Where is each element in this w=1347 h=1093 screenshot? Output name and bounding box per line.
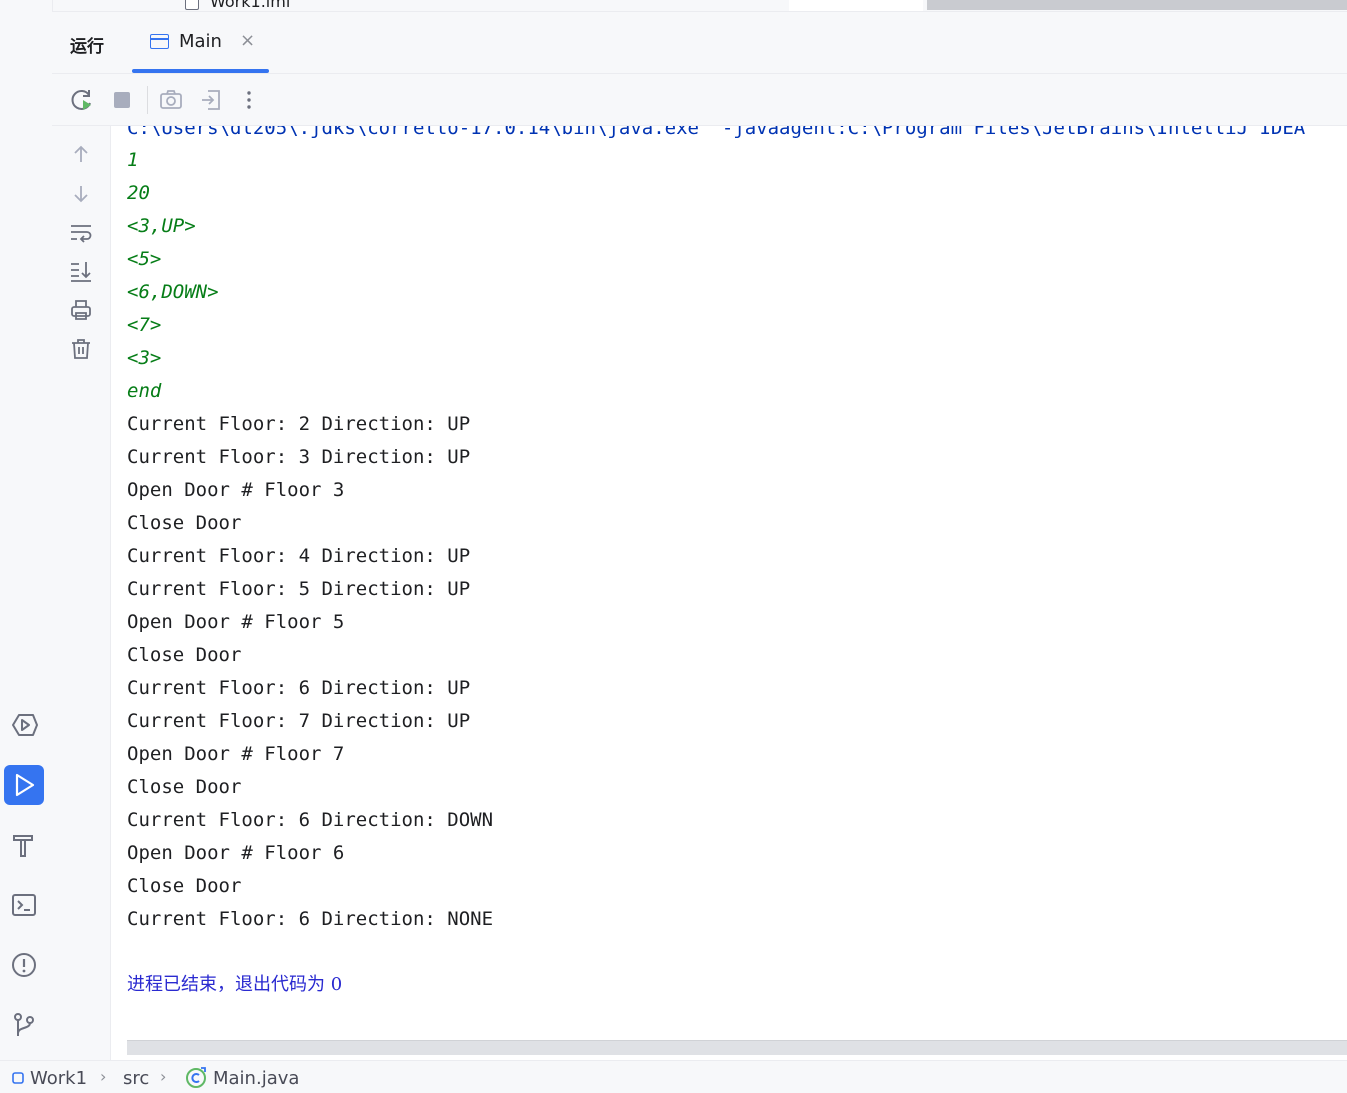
chevron-right-icon: › xyxy=(160,1067,167,1086)
console-line: <5> xyxy=(127,248,162,270)
run-icon xyxy=(15,773,35,797)
dump-threads-button[interactable] xyxy=(157,86,185,114)
tab-main-label: Main xyxy=(179,31,222,52)
project-file-label[interactable]: Work1.iml xyxy=(210,0,290,11)
scroll-down-button[interactable] xyxy=(67,180,95,208)
run-tool-button[interactable] xyxy=(4,765,44,805)
status-bar: Work1 › src › Main.java xyxy=(0,1060,1347,1093)
console-line: Current Floor: 6 Direction: UP xyxy=(127,677,471,699)
console-line: Open Door # Floor 7 xyxy=(127,743,345,765)
exit-button[interactable] xyxy=(197,86,225,114)
exit-icon xyxy=(202,90,220,110)
rerun-button[interactable] xyxy=(68,86,96,114)
console-line: 1 xyxy=(127,149,139,171)
services-icon xyxy=(12,714,38,736)
scroll-to-end-button[interactable] xyxy=(67,257,95,285)
scroll-to-end-icon xyxy=(71,262,91,282)
stop-icon xyxy=(114,92,130,108)
git-branch-icon xyxy=(14,1013,34,1036)
arrow-down-icon xyxy=(74,186,88,203)
run-toolbar xyxy=(52,74,1347,126)
console-line: <3> xyxy=(127,347,162,369)
window-icon xyxy=(150,34,169,49)
left-activity-bar xyxy=(0,0,53,1060)
chevron-right-icon: › xyxy=(100,1067,107,1086)
services-button[interactable] xyxy=(4,705,44,745)
trash-icon xyxy=(72,339,90,359)
horizontal-scrollbar[interactable] xyxy=(127,1040,1347,1055)
printer-icon xyxy=(71,300,91,320)
tool-window-title: 运行 xyxy=(70,37,104,57)
console-line: Current Floor: 6 Direction: DOWN xyxy=(127,809,494,831)
editor-scrollbar-strip[interactable] xyxy=(927,0,1347,10)
soft-wrap-icon xyxy=(71,225,92,243)
arrow-up-icon xyxy=(74,145,88,162)
more-icon xyxy=(247,91,251,109)
console-line: Current Floor: 6 Direction: NONE xyxy=(127,908,494,930)
soft-wrap-button[interactable] xyxy=(67,219,95,247)
close-icon[interactable]: × xyxy=(240,30,255,51)
breadcrumb-project[interactable]: Work1 xyxy=(30,1068,87,1089)
breadcrumb-file[interactable]: Main.java xyxy=(213,1068,299,1089)
file-icon xyxy=(185,0,199,10)
console-line: Close Door xyxy=(127,776,242,798)
console-line: Open Door # Floor 5 xyxy=(127,611,345,633)
hammer-icon xyxy=(13,835,33,857)
terminal-icon xyxy=(12,894,36,916)
run-tool-window-header: 运行 Main × xyxy=(52,12,1347,74)
console-line: Open Door # Floor 3 xyxy=(127,479,345,501)
console-line: 20 xyxy=(127,182,150,204)
stop-button[interactable] xyxy=(108,86,136,114)
console-side-toolbar xyxy=(52,126,111,1060)
console-line: <6,DOWN> xyxy=(127,281,219,303)
console-output[interactable]: C:\Users\dl205\.jdks\corretto-17.0.14\bi… xyxy=(111,126,1347,1040)
editor-pane-strip xyxy=(789,0,923,11)
console-line: Close Door xyxy=(127,644,242,666)
console-line: Close Door xyxy=(127,512,242,534)
rerun-icon xyxy=(71,90,91,110)
command-line: C:\Users\dl205\.jdks\corretto-17.0.14\bi… xyxy=(127,126,1306,139)
console-line: Current Floor: 4 Direction: UP xyxy=(127,545,471,567)
console-line: <7> xyxy=(127,314,162,336)
module-icon xyxy=(12,1072,24,1084)
java-class-icon xyxy=(186,1067,206,1088)
console-line: Current Floor: 5 Direction: UP xyxy=(127,578,471,600)
problems-icon xyxy=(12,953,36,977)
tab-main[interactable]: Main × xyxy=(132,12,269,73)
print-button[interactable] xyxy=(67,296,95,324)
active-tab-indicator xyxy=(132,69,269,73)
console-line: Current Floor: 7 Direction: UP xyxy=(127,710,471,732)
build-button[interactable] xyxy=(4,825,44,865)
console-line: Current Floor: 3 Direction: UP xyxy=(127,446,471,468)
project-tree-strip: Work1.iml xyxy=(52,0,1347,12)
console-line: <3,UP> xyxy=(127,215,196,237)
console-line: Open Door # Floor 6 xyxy=(127,842,345,864)
process-exit-message: 进程已结束，退出代码为 0 xyxy=(127,974,343,995)
git-button[interactable] xyxy=(4,1005,44,1045)
console-line: end xyxy=(127,380,162,402)
camera-icon xyxy=(160,90,182,109)
scroll-up-button[interactable] xyxy=(67,140,95,168)
toolbar-separator xyxy=(147,86,148,114)
more-button[interactable] xyxy=(235,86,263,114)
console-line: Current Floor: 2 Direction: UP xyxy=(127,413,471,435)
console-line: Close Door xyxy=(127,875,242,897)
breadcrumb-folder[interactable]: src xyxy=(123,1068,149,1089)
terminal-button[interactable] xyxy=(4,885,44,925)
clear-all-button[interactable] xyxy=(67,335,95,363)
problems-button[interactable] xyxy=(4,945,44,985)
